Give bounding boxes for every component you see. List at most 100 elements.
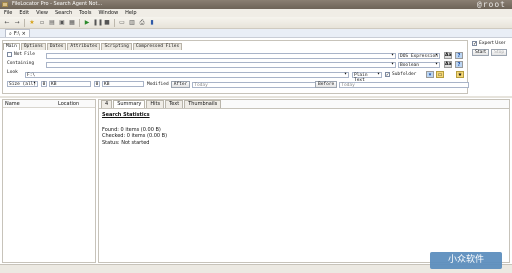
menu-edit[interactable]: Edit <box>19 9 29 17</box>
toolbar: ← → ★ ▫ ▤ ▣ ▦ ▶ ❚❚ ■ ▭ ▥ ⎙ ▮ <box>0 17 512 29</box>
expert-user-row: Expert User <box>472 41 510 46</box>
toolbar-divider <box>114 18 115 27</box>
expert-user-checkbox[interactable] <box>472 41 477 46</box>
save-as-icon[interactable]: ▦ <box>68 19 76 27</box>
expert-user-label: Expert User <box>479 41 506 46</box>
print-icon[interactable]: ⎙ <box>138 19 146 27</box>
before-button[interactable]: Before <box>315 81 338 88</box>
search-status: Status: Not started <box>102 139 150 146</box>
close-icon[interactable]: × <box>22 31 26 37</box>
size-min-input[interactable]: 0 <box>41 81 47 87</box>
pause-icon[interactable]: ❚❚ <box>93 19 103 27</box>
search-statistics: Search Statistics Found: 0 items (0.00 B… <box>102 112 167 146</box>
after-date-input[interactable]: Today <box>192 81 325 88</box>
modified-row: Modified After Today <box>147 81 325 88</box>
toolbar-divider <box>79 18 80 27</box>
tab-scripting[interactable]: Scripting <box>101 43 132 50</box>
look-in-label: Look <box>7 70 18 75</box>
tab-options[interactable]: Options <box>20 43 46 50</box>
forward-icon[interactable]: → <box>13 19 21 27</box>
window-title: FileLocator Pro - Search Agent Not... <box>12 1 103 7</box>
results-detail-pane: 4 Summary Hits Text Thumbnails Search St… <box>98 99 510 263</box>
look-in-input[interactable]: F:\ <box>25 72 349 78</box>
subfolders-label: Subfolder <box>392 72 417 77</box>
tab-attributes[interactable]: Attributes <box>67 43 101 50</box>
file-case-button[interactable]: Aa <box>444 52 452 59</box>
start-stop-row: Start Stop <box>472 49 510 56</box>
containing-mode-select[interactable]: Boolean <box>398 62 440 68</box>
containing-case-button[interactable]: Aa <box>444 61 452 68</box>
file-mode-select[interactable]: DOS Expression <box>398 53 440 59</box>
menu-window[interactable]: Window <box>98 9 118 17</box>
containing-row: Containing <box>7 61 34 66</box>
menu-help[interactable]: Help <box>125 9 136 17</box>
file-help-button[interactable]: ? <box>455 52 463 59</box>
search-tab[interactable]: ⌕ F:\ × <box>5 29 30 37</box>
size-max-unit[interactable]: KB <box>102 81 144 87</box>
search-icon: ⌕ <box>9 30 12 37</box>
size-max-input[interactable]: 0 <box>94 81 100 87</box>
file-name-row: Not File <box>7 52 35 57</box>
menu-search[interactable]: Search <box>55 9 72 17</box>
view-icon[interactable]: ▭ <box>118 19 126 27</box>
browse-folder-icon[interactable]: ▭ <box>436 71 444 78</box>
menu-tools[interactable]: Tools <box>79 9 91 17</box>
containing-help-button[interactable]: ? <box>455 61 463 68</box>
start-button[interactable]: Start <box>472 49 489 56</box>
stop-icon[interactable]: ■ <box>103 19 111 27</box>
tab-text[interactable]: Text <box>165 100 184 108</box>
result-tabs: 4 Summary Hits Text Thumbnails <box>99 100 509 109</box>
title-bar: FileLocator Pro - Search Agent Not... @r… <box>0 0 512 9</box>
look-in-mode-select[interactable]: Plain Text <box>352 72 382 83</box>
before-date-input[interactable]: Today <box>339 81 470 88</box>
start-icon[interactable]: ▶ <box>83 19 91 27</box>
after-button[interactable]: After <box>170 81 191 88</box>
new-search-icon[interactable]: ▫ <box>38 19 46 27</box>
toolbar-divider <box>24 18 25 27</box>
results-list-header: Name Location <box>3 100 95 108</box>
subfolders-checkbox[interactable] <box>385 72 390 77</box>
size-max-field: 0 KB <box>94 81 144 87</box>
size-mode-select[interactable]: Size (all) <box>7 81 38 87</box>
tab-pane-toggle[interactable]: 4 <box>101 100 113 108</box>
back-icon[interactable]: ← <box>3 19 11 27</box>
search-tab-label: F:\ <box>13 30 20 37</box>
column-location[interactable]: Location <box>58 100 79 107</box>
look-in-row: Look <box>7 70 18 75</box>
help-book-icon[interactable]: ▮ <box>148 19 156 27</box>
favorite-icon[interactable]: ★ <box>28 19 36 27</box>
menu-view[interactable]: View <box>36 9 48 17</box>
modified-label: Modified <box>147 82 169 87</box>
horizontal-splitter[interactable] <box>0 96 512 98</box>
tab-main[interactable]: Main <box>3 43 20 50</box>
checked-count: Checked: 0 items (0.00 B) <box>102 133 168 139</box>
menu-bar: File Edit View Search Tools Window Help <box>0 9 512 17</box>
tab-hits[interactable]: Hits <box>146 100 165 108</box>
file-label: File <box>24 52 35 57</box>
save-icon[interactable]: ▣ <box>58 19 66 27</box>
results-list-pane: Name Location <box>2 99 96 263</box>
before-row: Before Today <box>315 81 470 88</box>
layout-icon[interactable]: ▥ <box>128 19 136 27</box>
criteria-tabs: Main Options Dates Attributes Scripting … <box>3 43 183 50</box>
tab-thumbnails[interactable]: Thumbnails <box>184 100 222 108</box>
file-name-input[interactable] <box>46 53 396 59</box>
containing-input[interactable] <box>46 62 396 68</box>
containing-label: Containing <box>7 61 35 66</box>
not-checkbox[interactable] <box>7 52 12 57</box>
tab-compressed-files[interactable]: Compressed Files <box>132 43 183 50</box>
tab-summary[interactable]: Summary <box>113 100 146 108</box>
size-min-unit[interactable]: KB <box>49 81 91 87</box>
stop-button[interactable]: Stop <box>491 49 508 56</box>
column-name[interactable]: Name <box>3 100 58 107</box>
document-tab-bar: ⌕ F:\ × <box>0 29 512 38</box>
favorites-folder-icon[interactable]: ★ <box>456 71 464 78</box>
size-min-field: 0 KB <box>41 81 91 87</box>
app-icon <box>2 2 8 7</box>
statistics-heading: Search Statistics <box>102 112 150 118</box>
menu-file[interactable]: File <box>4 9 12 17</box>
tab-dates[interactable]: Dates <box>46 43 67 50</box>
open-icon[interactable]: ▤ <box>48 19 56 27</box>
site-badge: 小众软件 <box>430 252 502 269</box>
filter-button[interactable]: ▾ <box>426 71 434 78</box>
